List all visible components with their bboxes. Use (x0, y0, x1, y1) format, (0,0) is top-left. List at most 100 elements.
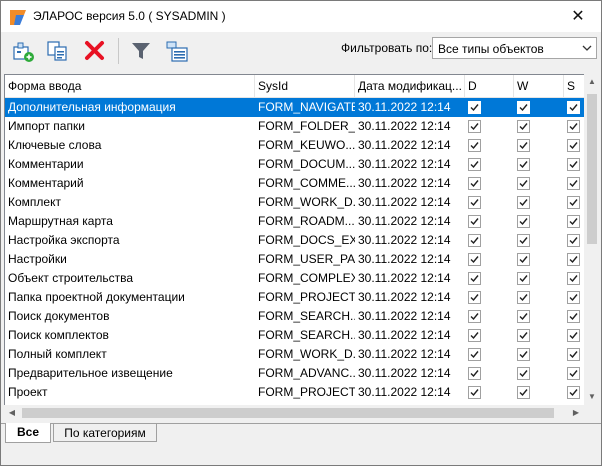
checkbox-d[interactable] (468, 272, 481, 285)
column-header-form[interactable]: Форма ввода (5, 75, 255, 98)
checkbox-d[interactable] (468, 177, 481, 190)
checkbox-s[interactable] (567, 177, 580, 190)
checkbox-w[interactable] (517, 196, 530, 209)
table-row[interactable]: Маршрутная карта FORM_ROADM... 30.11.2022 … (5, 212, 584, 231)
tab-all[interactable]: Все (5, 423, 51, 443)
checkbox-d[interactable] (468, 215, 481, 228)
table-row[interactable]: Импорт папки FORM_FOLDER_... 30.11.2022 12… (5, 117, 584, 136)
checkbox-s[interactable] (567, 253, 580, 266)
checkbox-w[interactable] (517, 139, 530, 152)
checkbox-w[interactable] (517, 386, 530, 399)
forms-table: Форма ввода SysId Дата модификац... D W … (4, 74, 585, 407)
table-row[interactable]: Дополнительная информация FORM_NAVIGATE 30… (5, 98, 584, 117)
checkbox-d[interactable] (468, 367, 481, 380)
checkbox-w[interactable] (517, 120, 530, 133)
checkmark-icon (569, 370, 578, 378)
checkbox-s[interactable] (567, 196, 580, 209)
column-header-w[interactable]: W (514, 75, 564, 98)
table-row[interactable]: Предварительное извещение FORM_ADVANC... 3… (5, 364, 584, 383)
scroll-up-icon[interactable]: ▲ (584, 74, 600, 90)
checkbox-w[interactable] (517, 234, 530, 247)
checkmark-icon (519, 389, 528, 397)
table-row[interactable]: Проект FORM_PROJECT 30.11.2022 12:14 (5, 383, 584, 402)
checkmark-icon (569, 332, 578, 340)
checkbox-w[interactable] (517, 101, 530, 114)
checkbox-s[interactable] (567, 367, 580, 380)
table-row[interactable]: Настройки FORM_USER_PA... 30.11.2022 12:14 (5, 250, 584, 269)
checkbox-w[interactable] (517, 272, 530, 285)
column-header-sysid[interactable]: SysId (255, 75, 355, 98)
form-name-cell: Поиск документов (8, 309, 110, 323)
checkbox-d[interactable] (468, 234, 481, 247)
column-header-date[interactable]: Дата модификац... (355, 75, 465, 98)
checkbox-s[interactable] (567, 139, 580, 152)
checkbox-d[interactable] (468, 329, 481, 342)
scroll-left-icon[interactable]: ◀ (4, 405, 20, 421)
checkbox-d[interactable] (468, 196, 481, 209)
horizontal-scroll-thumb[interactable] (22, 408, 554, 418)
checkbox-d[interactable] (468, 120, 481, 133)
checkbox-s[interactable] (567, 386, 580, 399)
date-cell: 30.11.2022 12:14 (358, 366, 451, 380)
table-row[interactable]: Комментарий FORM_COMME... 30.11.2022 12:14 (5, 174, 584, 193)
checkbox-d[interactable] (468, 253, 481, 266)
checkbox-s[interactable] (567, 291, 580, 304)
checkbox-s[interactable] (567, 348, 580, 361)
date-cell: 30.11.2022 12:14 (358, 138, 451, 152)
vertical-scroll-thumb[interactable] (587, 94, 597, 244)
filter-button[interactable] (127, 37, 155, 65)
checkbox-s[interactable] (567, 310, 580, 323)
checkbox-d[interactable] (468, 291, 481, 304)
scroll-down-icon[interactable]: ▼ (584, 389, 600, 405)
table-row[interactable]: Полный комплект FORM_WORK_D... 30.11.2022 … (5, 345, 584, 364)
horizontal-scrollbar[interactable]: ◀ ▶ (4, 405, 584, 421)
column-header-d[interactable]: D (465, 75, 514, 98)
delete-button[interactable] (81, 37, 109, 65)
checkmark-icon (519, 237, 528, 245)
copy-object-button[interactable] (44, 37, 72, 65)
column-header-s[interactable]: S (564, 75, 584, 98)
table-row[interactable]: Комментарии FORM_DOCUM... 30.11.2022 12:14 (5, 155, 584, 174)
table-row[interactable]: Поиск комплектов FORM_SEARCH... 30.11.2022… (5, 326, 584, 345)
scroll-right-icon[interactable]: ▶ (568, 405, 584, 421)
checkbox-w[interactable] (517, 158, 530, 171)
checkbox-w[interactable] (517, 329, 530, 342)
form-name-cell: Папка проектной документации (8, 290, 185, 304)
checkbox-d[interactable] (468, 101, 481, 114)
checkbox-s[interactable] (567, 215, 580, 228)
table-row[interactable]: Поиск документов FORM_SEARCH... 30.11.2022… (5, 307, 584, 326)
checkmark-icon (470, 123, 479, 131)
checkbox-w[interactable] (517, 177, 530, 190)
checkbox-w[interactable] (517, 291, 530, 304)
date-cell: 30.11.2022 12:14 (358, 252, 451, 266)
close-button[interactable]: ✕ (555, 1, 601, 32)
checkbox-d[interactable] (468, 139, 481, 152)
checkbox-d[interactable] (468, 348, 481, 361)
checkbox-w[interactable] (517, 348, 530, 361)
checkbox-s[interactable] (567, 101, 580, 114)
table-row[interactable]: Папка проектной документации FORM_PROJECT… (5, 288, 584, 307)
checkbox-w[interactable] (517, 215, 530, 228)
checkbox-w[interactable] (517, 310, 530, 323)
table-row[interactable]: Настройка экспорта FORM_DOCS_EXP 30.11.202… (5, 231, 584, 250)
checkbox-s[interactable] (567, 329, 580, 342)
checkbox-d[interactable] (468, 310, 481, 323)
table-row[interactable]: Ключевые слова FORM_KEUWO... 30.11.2022 12… (5, 136, 584, 155)
settings-list-button[interactable] (163, 37, 191, 65)
table-row[interactable]: Комплект FORM_WORK_D... 30.11.2022 12:14 (5, 193, 584, 212)
checkbox-d[interactable] (468, 158, 481, 171)
vertical-scrollbar[interactable]: ▲ ▼ (584, 74, 600, 405)
checkmark-icon (470, 256, 479, 264)
checkbox-s[interactable] (567, 120, 580, 133)
form-name-cell: Комментарии (8, 157, 84, 171)
checkbox-s[interactable] (567, 272, 580, 285)
checkbox-d[interactable] (468, 386, 481, 399)
checkbox-w[interactable] (517, 253, 530, 266)
object-type-filter-select[interactable]: Все типы объектов (432, 37, 597, 59)
add-object-button[interactable] (10, 37, 38, 65)
checkbox-s[interactable] (567, 234, 580, 247)
checkbox-w[interactable] (517, 367, 530, 380)
table-row[interactable]: Объект строительства FORM_COMPLEX 30.11.20… (5, 269, 584, 288)
checkbox-s[interactable] (567, 158, 580, 171)
tab-by-category[interactable]: По категориям (53, 424, 157, 442)
